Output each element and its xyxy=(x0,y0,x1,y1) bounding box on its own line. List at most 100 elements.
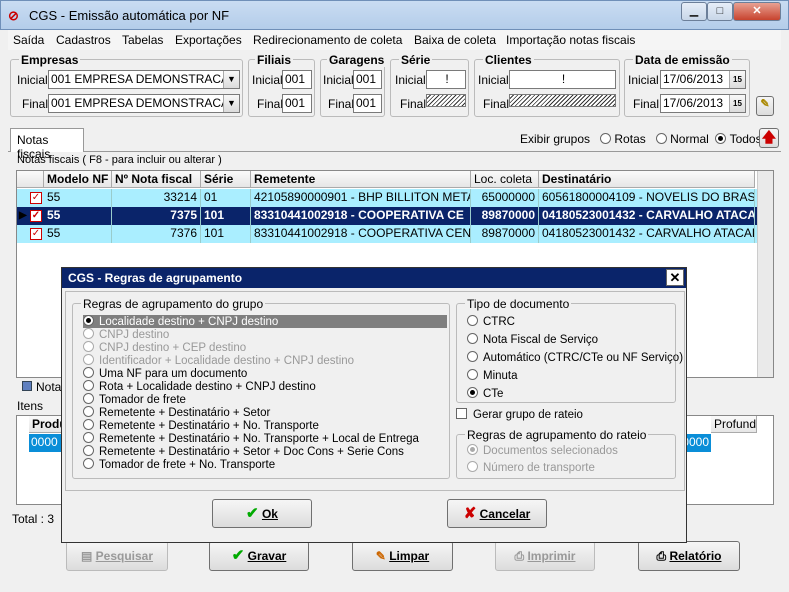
cliente-final-input[interactable] xyxy=(509,94,616,107)
app-logo-icon: ⊘ xyxy=(8,8,19,23)
rule-option[interactable]: Remetente + Destinatário + No. Transport… xyxy=(83,419,319,432)
checkbox-icon[interactable]: ✓ xyxy=(30,228,42,240)
broom-icon[interactable]: ✎ xyxy=(756,96,774,116)
rule-option[interactable]: Localidade destino + CNPJ destino xyxy=(83,315,447,328)
grid-scrollbar[interactable] xyxy=(757,171,773,377)
menu-exportacoes[interactable]: Exportações xyxy=(175,33,242,47)
tipo-group: Tipo de documento CTRC Nota Fiscal de Se… xyxy=(456,297,683,403)
tipo-minuta-radio[interactable]: Minuta xyxy=(467,369,518,382)
empresa-inicial-select[interactable]: 001 EMPRESA DEMONSTRACAO ▼ xyxy=(48,70,240,89)
calendar-icon[interactable]: 15 xyxy=(729,95,745,112)
radio-normal[interactable] xyxy=(655,133,667,144)
menu-redirecionamento[interactable]: Redirecionamento de coleta xyxy=(253,33,402,47)
col-nota[interactable]: Nº Nota fiscal xyxy=(112,171,201,188)
rateio-docs-radio[interactable]: Documentos selecionados xyxy=(467,444,618,457)
cell-nota: 33214 xyxy=(112,189,201,207)
col-loc-coleta[interactable]: Loc. coleta xyxy=(471,171,539,188)
limpar-button[interactable]: ✎ Limpar xyxy=(352,541,453,571)
table-row[interactable]: ✓ 55 7376 101 83310441002918 - COOPERATI… xyxy=(17,225,757,243)
col-destinatario[interactable]: Destinatário xyxy=(539,171,755,188)
rule-option[interactable]: Remetente + Destinatário + No. Transport… xyxy=(83,432,419,445)
rateio-checkbox[interactable]: Gerar grupo de rateio xyxy=(456,408,583,421)
rule-option[interactable]: Tomador de frete + No. Transporte xyxy=(83,458,275,471)
menu-baixa-coleta[interactable]: Baixa de coleta xyxy=(414,33,496,47)
dialog-title: CGS - Regras de agrupamento ✕ xyxy=(62,268,686,288)
checkbox-icon[interactable]: ✓ xyxy=(30,210,42,222)
checkbox-icon[interactable]: ✓ xyxy=(30,192,42,204)
cell-loc-coleta: 89870000 xyxy=(471,207,539,225)
exibir-grupos: Exibir grupos Rotas Normal Todos xyxy=(520,132,762,146)
filial-final-input[interactable]: 001 xyxy=(282,94,312,113)
cell-serie: 101 xyxy=(201,207,251,225)
cliente-inicial-input[interactable]: ! xyxy=(509,70,616,89)
filial-inicial-input[interactable]: 001 xyxy=(282,70,312,89)
emissao-inicial-input[interactable]: 17/06/2013 15 xyxy=(660,70,746,89)
col-modelo[interactable]: Modelo NF xyxy=(44,171,112,188)
cell-destinatario: 60561800004109 - NOVELIS DO BRASIL LT xyxy=(539,189,755,207)
regras-group: Regras de agrupamento do grupo Localidad… xyxy=(72,297,450,479)
ok-button[interactable]: ✔ Ok xyxy=(212,499,312,528)
menu-bar: Saída Cadastros Tabelas Exportações Redi… xyxy=(8,30,781,50)
rule-option[interactable]: Uma NF para um documento xyxy=(83,367,247,380)
menu-saida[interactable]: Saída xyxy=(13,33,44,47)
rule-option[interactable]: Rota + Localidade destino + CNPJ destino xyxy=(83,380,316,393)
cell-serie: 101 xyxy=(201,225,251,243)
chevron-down-icon[interactable]: ▼ xyxy=(223,71,239,88)
calendar-icon[interactable]: 15 xyxy=(729,71,745,88)
pesquisar-button[interactable]: ▤ Pesquisar xyxy=(66,541,168,571)
tipo-cte-radio[interactable]: CTe xyxy=(467,387,503,400)
regras-group-title: Regras de agrupamento do grupo xyxy=(81,297,266,311)
eraser-icon: ✎ xyxy=(375,549,386,563)
radio-todos[interactable] xyxy=(715,133,727,144)
filiais-title: Filiais xyxy=(255,53,294,67)
close-button[interactable]: ✕ xyxy=(733,2,781,21)
close-icon[interactable]: ✕ xyxy=(666,269,684,286)
rule-option[interactable]: Identificador + Localidade destino + CNP… xyxy=(83,354,354,367)
emissao-title: Data de emissão xyxy=(633,53,732,67)
garagem-final-input[interactable]: 001 xyxy=(353,94,382,113)
tab-divider xyxy=(8,151,781,152)
arrow-up-icon[interactable]: 🡅 xyxy=(759,128,779,148)
chevron-down-icon[interactable]: ▼ xyxy=(223,95,239,112)
cell-destinatario: 04180523001432 - CARVALHO ATACA xyxy=(539,207,755,225)
clientes-inicial-label: Inicial xyxy=(478,73,509,87)
nota-icon xyxy=(22,381,32,391)
rule-option[interactable]: Remetente + Destinatário + Setor xyxy=(83,406,270,419)
rule-option[interactable]: CNPJ destino xyxy=(83,328,169,341)
col-remetente[interactable]: Remetente xyxy=(251,171,471,188)
serie-inicial-input[interactable]: ! xyxy=(426,70,466,89)
emissao-final-input[interactable]: 17/06/2013 15 xyxy=(660,94,746,113)
tipo-auto-radio[interactable]: Automático (CTRC/CTe ou NF Serviço) xyxy=(467,351,683,364)
rule-option[interactable]: Tomador de frete xyxy=(83,393,186,406)
cancelar-button[interactable]: ✘ Cancelar xyxy=(447,499,547,528)
cell-remetente: 83310441002918 - COOPERATIVA CENTRAL xyxy=(251,225,471,243)
table-row-selected[interactable]: ▶ ✓ 55 7375 101 83310441002918 - COOPERA… xyxy=(17,207,757,225)
table-row[interactable]: ✓ 55 33214 01 42105890000901 - BHP BILLI… xyxy=(17,189,757,207)
minimize-button[interactable]: ▁ xyxy=(681,2,707,21)
rule-option[interactable]: Remetente + Destinatário + Setor + Doc C… xyxy=(83,445,404,458)
tab-notas-fiscais[interactable]: Notas fiscais xyxy=(10,128,84,161)
col-profundidade[interactable]: Profundi xyxy=(711,416,757,433)
serie-final-label: Final xyxy=(400,97,427,111)
maximize-button[interactable]: □ xyxy=(707,2,733,21)
filiais-inicial-label: Inicial xyxy=(252,73,283,87)
menu-tabelas[interactable]: Tabelas xyxy=(122,33,163,47)
tipo-nfs-radio[interactable]: Nota Fiscal de Serviço xyxy=(467,333,598,346)
relatorio-button[interactable]: ⎙ Relatório xyxy=(638,541,740,571)
radio-rotas[interactable] xyxy=(600,133,612,144)
rule-option[interactable]: CNPJ destino + CEP destino xyxy=(83,341,246,354)
menu-importacao[interactable]: Importação notas fiscais xyxy=(506,33,635,47)
garagens-group: Garagens Inicial 001 Final 001 xyxy=(320,53,387,117)
cell-destinatario: 04180523001432 - CARVALHO ATACADO D xyxy=(539,225,755,243)
col-serie[interactable]: Série xyxy=(201,171,251,188)
gravar-button[interactable]: ✔ Gravar xyxy=(209,541,309,571)
imprimir-button[interactable]: ⎙ Imprimir xyxy=(495,541,595,571)
menu-cadastros[interactable]: Cadastros xyxy=(56,33,111,47)
rateio-transporte-radio[interactable]: Número de transporte xyxy=(467,461,595,474)
garagem-inicial-input[interactable]: 001 xyxy=(353,70,382,89)
serie-final-input[interactable] xyxy=(426,94,466,107)
empresa-final-select[interactable]: 001 EMPRESA DEMONSTRACAO ▼ xyxy=(48,94,240,113)
cell-nota: 7376 xyxy=(112,225,201,243)
printer-icon: ⎙ xyxy=(514,549,525,563)
tipo-ctrc-radio[interactable]: CTRC xyxy=(467,315,515,328)
